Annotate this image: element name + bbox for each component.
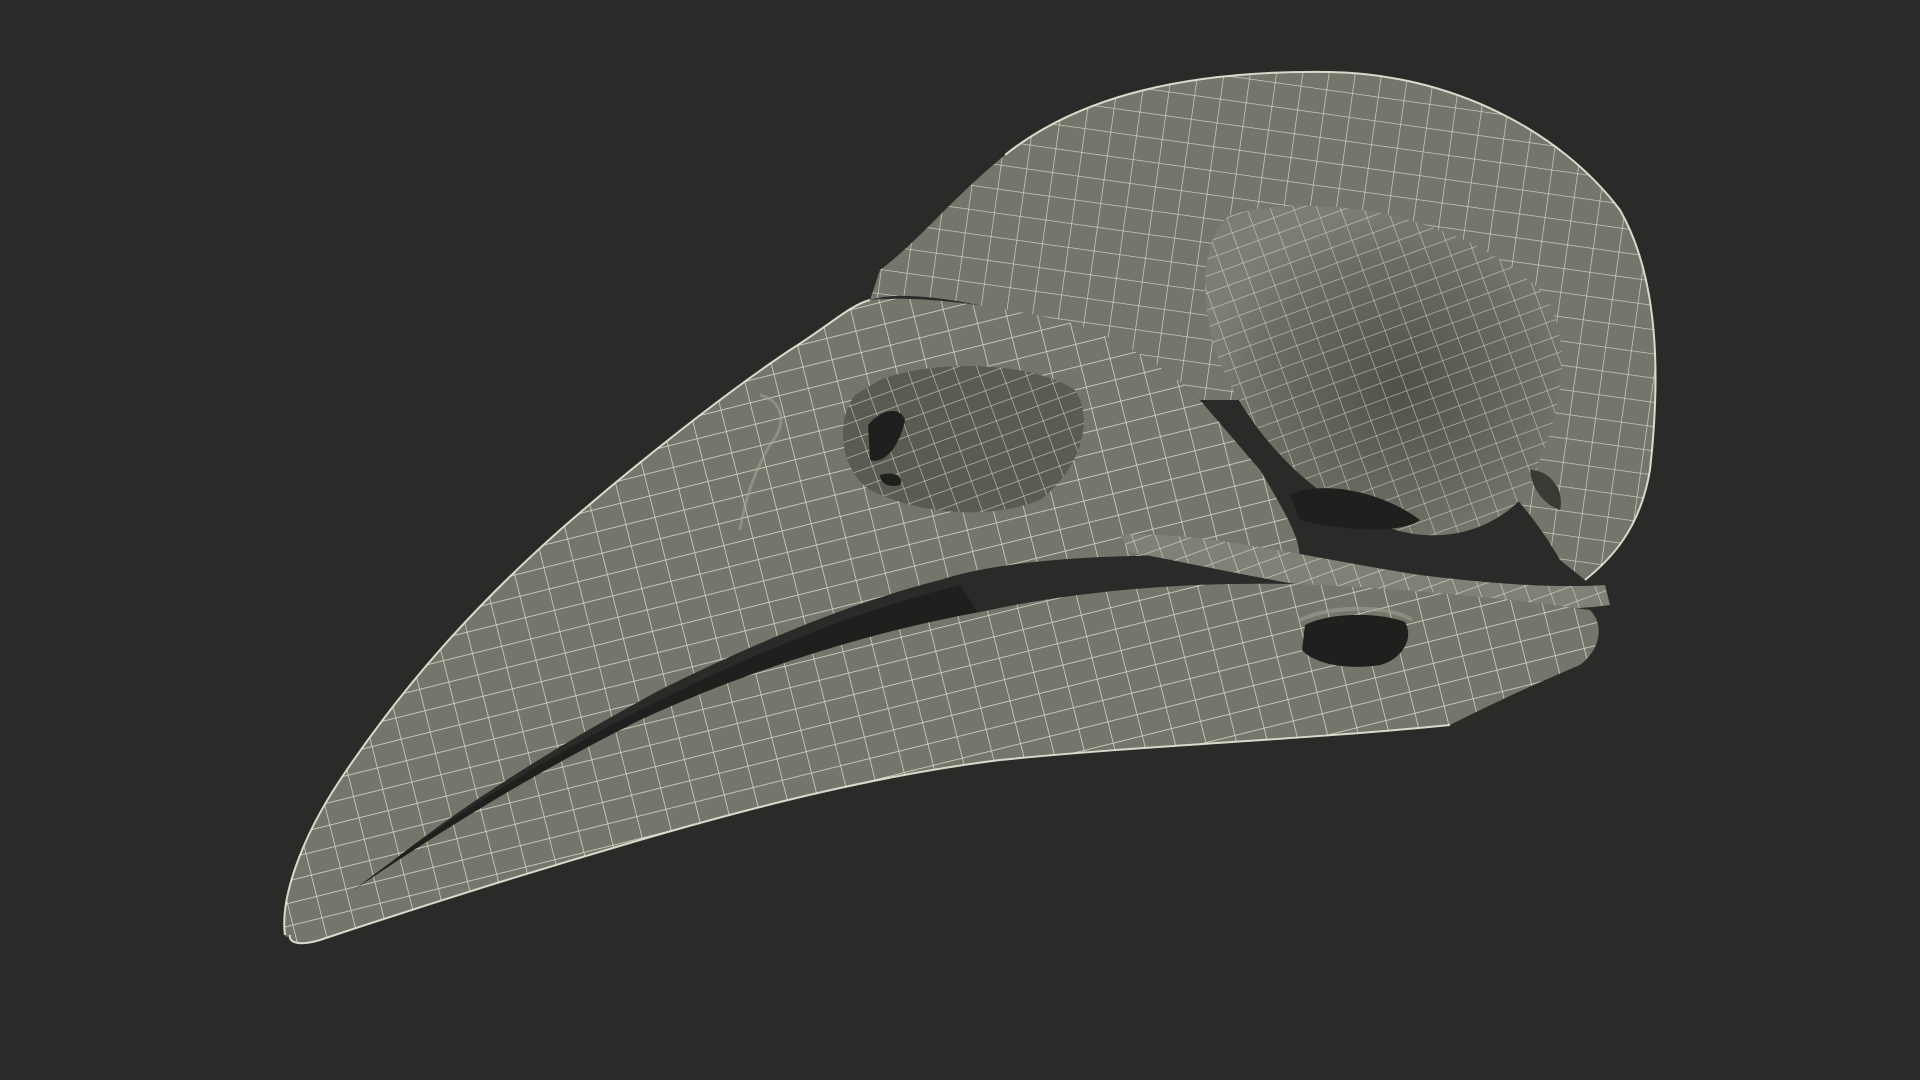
render-viewport xyxy=(0,0,1920,1080)
bird-skull-wireframe-icon xyxy=(0,0,1920,1080)
